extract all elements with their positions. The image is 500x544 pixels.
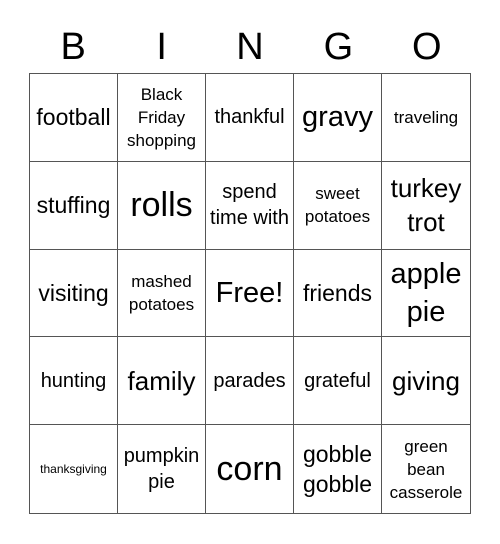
bingo-cell[interactable]: parades — [206, 337, 294, 426]
free-space[interactable]: Free! — [206, 249, 294, 338]
bingo-cell[interactable]: sweet potatoes — [294, 161, 382, 250]
bingo-cell[interactable]: visiting — [30, 249, 118, 338]
bingo-cell[interactable]: rolls — [118, 161, 206, 250]
bingo-cell[interactable]: hunting — [30, 337, 118, 426]
bingo-cell[interactable]: corn — [206, 425, 294, 513]
bingo-cell[interactable]: stuffing — [30, 161, 118, 250]
cell-text: Black Friday shopping — [126, 84, 196, 150]
cell-text: gobble gobble — [302, 441, 373, 498]
bingo-cell[interactable]: family — [118, 337, 206, 426]
cell-text: spend time with — [210, 181, 289, 230]
bingo-card-grid: football Black Friday shopping thankful … — [29, 73, 471, 514]
bingo-cell[interactable]: giving — [382, 337, 470, 426]
cell-text: stuffing — [36, 192, 111, 219]
bingo-cell[interactable]: spend time with — [206, 161, 294, 250]
bingo-cell[interactable]: green bean casserole — [382, 425, 470, 513]
bingo-cell[interactable]: friends — [294, 249, 382, 338]
bingo-cell[interactable]: traveling — [382, 74, 470, 162]
cell-text: thankful — [214, 106, 285, 129]
cell-text: friends — [302, 279, 373, 306]
cell-text: football — [36, 104, 111, 131]
cell-text: gravy — [302, 101, 373, 134]
header-letter-o: O — [412, 26, 442, 68]
cell-text: traveling — [393, 107, 459, 127]
cell-text: apple pie — [390, 257, 462, 328]
bingo-cell[interactable]: grateful — [294, 337, 382, 426]
cell-text: grateful — [304, 369, 371, 392]
header-letter-b: B — [60, 26, 86, 68]
bingo-cell[interactable]: gobble gobble — [294, 425, 382, 513]
bingo-cell[interactable]: football — [30, 74, 118, 162]
bingo-cell[interactable]: thanksgiving — [30, 425, 118, 513]
bingo-header: B I N G O — [29, 22, 471, 72]
bingo-cell[interactable]: mashed potatoes — [118, 249, 206, 338]
cell-text: thanksgiving — [40, 462, 107, 477]
cell-text: green bean casserole — [389, 436, 463, 502]
cell-text: pumpkin pie — [123, 445, 200, 494]
bingo-cell[interactable]: thankful — [206, 74, 294, 162]
header-letter-i: I — [156, 26, 167, 68]
cell-text: corn — [216, 450, 283, 489]
cell-text: family — [127, 365, 196, 396]
cell-text: giving — [392, 365, 460, 396]
bingo-cell[interactable]: gravy — [294, 74, 382, 162]
bingo-cell[interactable]: Black Friday shopping — [118, 74, 206, 162]
cell-text: sweet potatoes — [304, 184, 371, 227]
bingo-cell[interactable]: pumpkin pie — [118, 425, 206, 513]
cell-text: hunting — [40, 369, 107, 392]
header-letter-g: G — [323, 26, 354, 68]
header-letter-n: N — [236, 26, 264, 68]
cell-text: Free! — [215, 276, 284, 309]
bingo-cell[interactable]: turkey trot — [382, 162, 470, 250]
cell-text: turkey trot — [390, 173, 462, 238]
cell-text: parades — [213, 369, 286, 392]
cell-text: rolls — [130, 186, 193, 225]
cell-text: mashed potatoes — [128, 271, 195, 314]
bingo-cell[interactable]: apple pie — [382, 250, 470, 338]
cell-text: visiting — [38, 279, 109, 306]
